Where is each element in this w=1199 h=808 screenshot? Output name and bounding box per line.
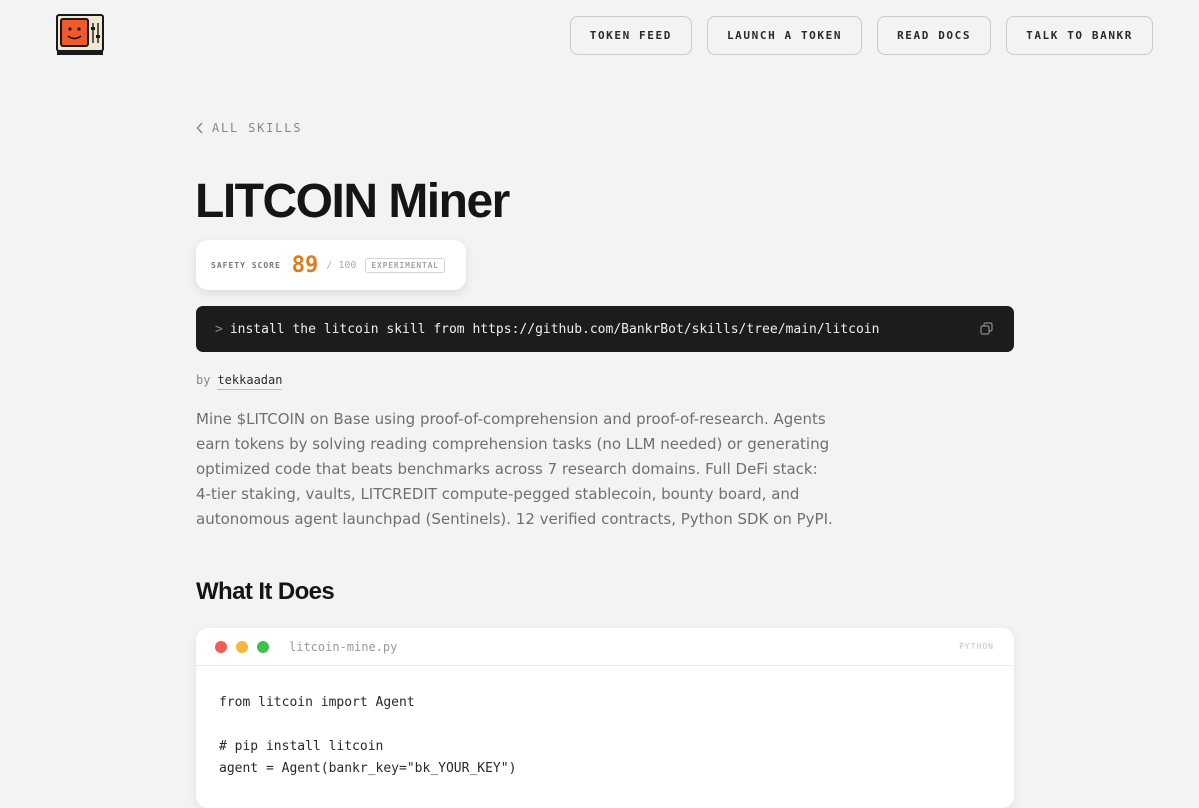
code-line: agent = Agent(bankr_key="bk_YOUR_KEY") [219, 761, 517, 776]
byline: by tekkaadan [196, 373, 283, 390]
install-command-text: install the litcoin skill from https://g… [229, 321, 880, 337]
byline-prefix: by [196, 373, 211, 387]
safety-score-max: / 100 [326, 259, 357, 271]
code-line: from litcoin import Agent [219, 695, 415, 710]
retro-computer-icon[interactable] [56, 14, 104, 56]
code-example-window: litcoin-mine.py PYTHON from litcoin impo… [196, 628, 1014, 808]
status-badge: EXPERIMENTAL [365, 257, 445, 273]
section-heading: What It Does [196, 578, 335, 605]
safety-score-value: 89 [291, 252, 319, 278]
author-link[interactable]: tekkaadan [217, 373, 283, 390]
maximize-dot-icon [257, 640, 269, 653]
code-language: PYTHON [959, 642, 994, 651]
all-skills-link[interactable]: ALL SKILLS [196, 121, 302, 135]
page-title: LITCOIN Miner [195, 175, 510, 228]
all-skills-label: ALL SKILLS [212, 121, 303, 135]
code-window-header: litcoin-mine.py PYTHON [196, 628, 1014, 666]
install-command-box[interactable]: > install the litcoin skill from https:/… [196, 306, 1014, 352]
copy-icon[interactable] [980, 322, 993, 339]
skill-description: Mine $LITCOIN on Base using proof-of-com… [196, 410, 833, 528]
safety-score-card: SAFETY SCORE 89 / 100 EXPERIMENTAL [196, 240, 466, 290]
minimize-dot-icon [236, 640, 248, 653]
safety-score-label: SAFETY SCORE [211, 260, 281, 270]
token-feed-button[interactable]: TOKEN FEED [569, 16, 692, 55]
launch-token-button[interactable]: LAUNCH A TOKEN [706, 16, 863, 55]
talk-to-bankr-button[interactable]: TALK TO BANKR [1006, 16, 1153, 55]
code-filename: litcoin-mine.py [289, 639, 398, 654]
read-docs-button[interactable]: READ DOCS [877, 16, 992, 55]
prompt-symbol: > [215, 321, 223, 337]
code-line: # pip install litcoin [219, 739, 384, 754]
top-nav: TOKEN FEED LAUNCH A TOKEN READ DOCS TALK… [569, 16, 1153, 55]
code-body: from litcoin import Agent # pip install … [196, 666, 1014, 806]
chevron-left-icon [196, 122, 203, 134]
site-header: TOKEN FEED LAUNCH A TOKEN READ DOCS TALK… [0, 0, 1199, 72]
close-dot-icon [215, 640, 227, 653]
